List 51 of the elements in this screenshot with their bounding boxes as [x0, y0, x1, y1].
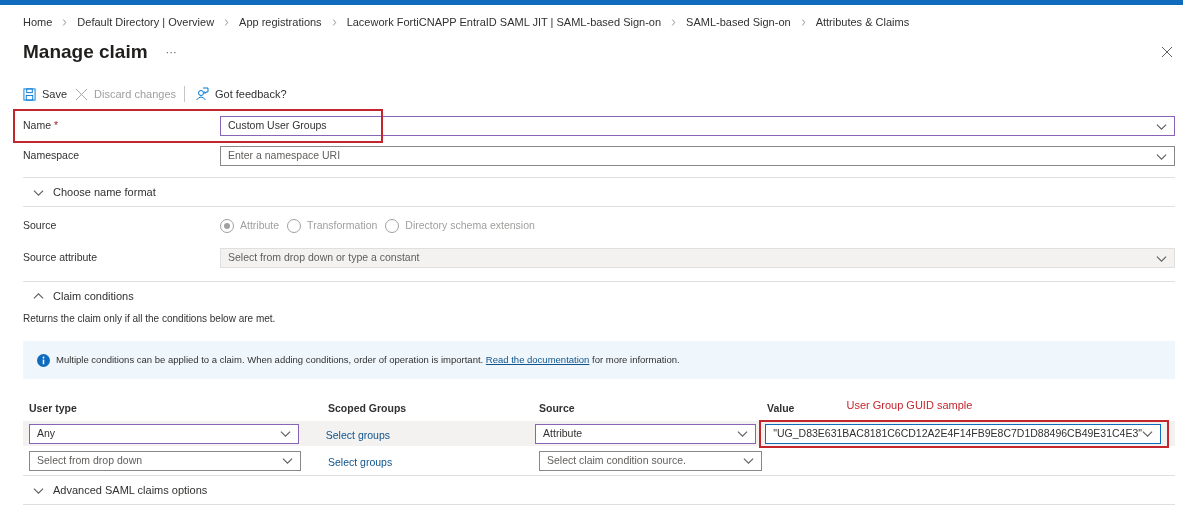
column-header: Source — [539, 402, 575, 415]
section-toggle[interactable]: Advanced SAML claims options — [23, 481, 208, 499]
field-label: Source — [23, 218, 58, 234]
chevron-up-icon — [33, 291, 44, 302]
user-type-dropdown[interactable]: Any — [29, 423, 299, 444]
breadcrumb-link[interactable]: App registrations — [239, 13, 322, 31]
column-header: Value — [767, 400, 795, 416]
section-toggle[interactable]: Claim conditions — [23, 288, 134, 305]
chevron-down-icon — [737, 428, 749, 439]
feedback-icon — [195, 87, 209, 101]
namespace-field[interactable]: Enter a namespace URI — [220, 146, 1175, 166]
close-icon — [75, 87, 89, 101]
page-title: Manage claim — [23, 39, 148, 64]
breadcrumb-link[interactable]: Attributes & Claims — [815, 13, 910, 31]
toolbar-button[interactable]: Got feedback? — [195, 85, 295, 103]
select-groups-link[interactable]: Select groups — [325, 428, 390, 441]
chevron-down-icon — [279, 428, 291, 439]
breadcrumb-link[interactable]: Default Directory | Overview — [77, 13, 215, 31]
close-button[interactable] — [1161, 46, 1173, 58]
save-icon — [23, 87, 36, 101]
value-dropdown[interactable]: "UG_D83E631BAC8181C6CD12A2E4F14FB9E8C7D1D88496CB49E31C4E3" — [765, 423, 1161, 444]
name-field[interactable]: Custom User Groups — [220, 116, 1175, 136]
field-label: Namespace — [23, 148, 81, 164]
breadcrumb-link[interactable]: SAML-based Sign-on — [686, 13, 791, 31]
section-toggle[interactable]: Choose name format — [23, 183, 156, 201]
description-text: Returns the claim only if all the conditions below are met. — [23, 312, 277, 325]
source-dropdown[interactable]: Select claim condition source. — [539, 450, 762, 471]
select-groups-link[interactable]: Select groups — [328, 455, 393, 468]
documentation-link[interactable]: Read the documentation — [485, 353, 590, 365]
field-label: Name * — [23, 118, 60, 134]
chevron-right-icon — [670, 18, 678, 26]
chevron-down-icon — [1142, 428, 1153, 439]
more-button[interactable]: ··· — [165, 43, 177, 61]
info-icon — [37, 353, 50, 367]
chevron-right-icon — [330, 18, 338, 26]
info-text: Multiple conditions can be applied to a claim. When adding conditions, order of operation is important. Read the documentation for more information. — [56, 352, 680, 367]
user-type-dropdown[interactable]: Select from drop down — [29, 450, 301, 471]
chevron-right-icon — [61, 18, 69, 26]
chevron-down-icon — [743, 455, 754, 466]
chevron-down-icon — [282, 455, 293, 466]
annotation-text: User Group GUID sample — [846, 397, 973, 413]
toolbar-button[interactable]: Save — [23, 85, 76, 103]
source-dropdown[interactable]: Attribute — [535, 423, 757, 444]
breadcrumb-link[interactable]: Lacework FortiCNAPP EntraID SAML JIT | SAML-based Sign-on — [346, 13, 662, 31]
chevron-right-icon — [799, 18, 807, 26]
column-header: Scoped Groups — [328, 402, 407, 415]
table-row[interactable]: Any Select groups Attribute "UG_D83E631BAC8181C6CD12A2E4F14FB9E8C7D1D88496CB49E31C4E3" — [23, 421, 1175, 446]
column-header: User type — [29, 402, 77, 415]
breadcrumb-link[interactable]: Home — [23, 13, 53, 31]
chevron-right-icon — [223, 18, 231, 26]
field-label: Source attribute — [23, 250, 99, 266]
